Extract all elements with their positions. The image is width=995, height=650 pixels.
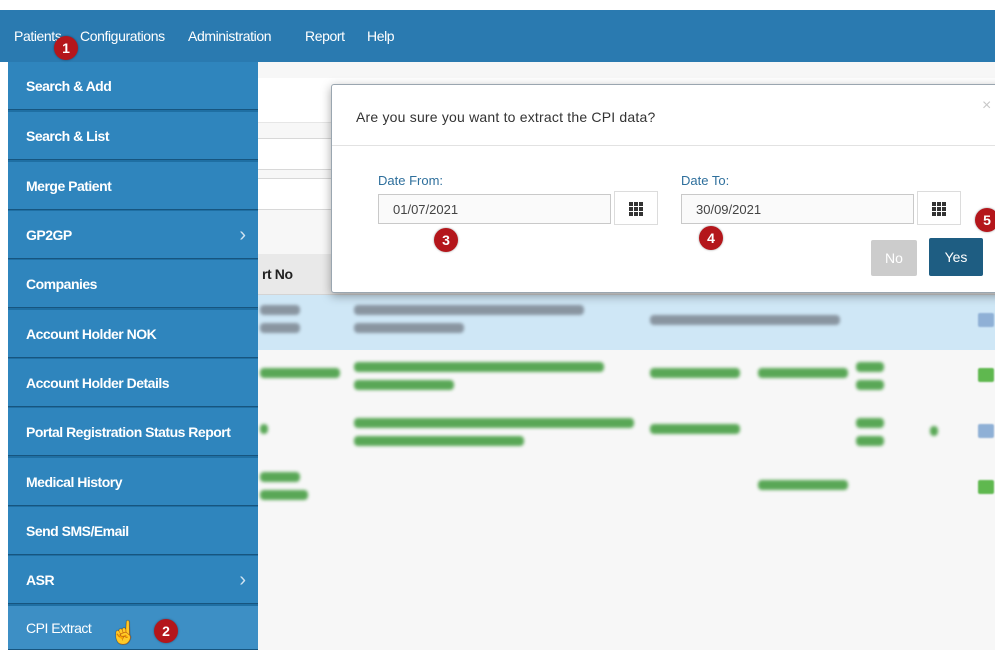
menu-item-search-add[interactable]: Search & Add [8, 62, 258, 110]
calendar-icon [629, 202, 643, 216]
chevron-right-icon: › [239, 569, 246, 591]
chevron-right-icon: › [239, 224, 246, 246]
menu-item-label: Account Holder Details [26, 375, 170, 391]
table-row[interactable] [258, 464, 995, 519]
menu-item-label: Companies [26, 276, 97, 292]
menu-item-label: Send SMS/Email [26, 523, 129, 539]
menu-item-account-holder-nok[interactable]: Account Holder NOK [8, 310, 258, 358]
nav-patients[interactable]: Patients [14, 10, 62, 62]
menu-item-gp2gp[interactable]: GP2GP › [8, 211, 258, 259]
menu-item-label: Medical History [26, 474, 122, 490]
date-to-field[interactable]: 30/09/2021 [681, 194, 914, 224]
table-row[interactable] [258, 352, 995, 407]
menu-item-label: Search & List [26, 128, 109, 144]
table-row[interactable] [258, 408, 995, 463]
dialog-title: Are you sure you want to extract the CPI… [356, 109, 656, 125]
hand-pointer-icon: ☝ [110, 620, 138, 645]
step-badge-1: 1 [54, 36, 78, 60]
close-icon[interactable]: × [982, 97, 991, 115]
nav-administration[interactable]: Administration [188, 10, 272, 62]
date-to-label: Date To: [681, 173, 730, 188]
menu-item-label: GP2GP [26, 227, 72, 243]
menu-item-portal-registration-status-report[interactable]: Portal Registration Status Report [8, 408, 258, 456]
menu-item-label: Merge Patient [26, 178, 112, 194]
menu-item-label: Account Holder NOK [26, 326, 157, 342]
no-button[interactable]: No [871, 240, 917, 276]
menu-item-companies[interactable]: Companies [8, 260, 258, 308]
menu-item-send-sms-email[interactable]: Send SMS/Email [8, 507, 258, 555]
date-to-calendar-button[interactable] [917, 191, 961, 225]
yes-button[interactable]: Yes [929, 238, 983, 276]
step-badge-3: 3 [434, 228, 458, 252]
nav-help[interactable]: Help [367, 10, 395, 62]
patients-dropdown-menu: Search & Add Search & List Merge Patient… [8, 62, 258, 650]
dialog-header: Are you sure you want to extract the CPI… [332, 85, 995, 146]
menu-item-medical-history[interactable]: Medical History [8, 458, 258, 506]
menu-item-label: CPI Extract [26, 620, 92, 636]
menu-item-label: Search & Add [26, 78, 112, 94]
date-from-label: Date From: [378, 173, 444, 188]
menu-item-label: ASR [26, 572, 55, 588]
menu-item-account-holder-details[interactable]: Account Holder Details [8, 359, 258, 407]
step-badge-4: 4 [699, 226, 723, 250]
menu-item-merge-patient[interactable]: Merge Patient [8, 162, 258, 210]
step-badge-5: 5 [975, 208, 995, 232]
menu-item-label: Portal Registration Status Report [26, 424, 231, 440]
top-navbar: Patients Configurations Administration R… [0, 10, 995, 62]
menu-item-asr[interactable]: ASR › [8, 556, 258, 604]
step-badge-2: 2 [154, 619, 178, 643]
nav-report[interactable]: Report [305, 10, 345, 62]
cpi-extract-dialog: Are you sure you want to extract the CPI… [331, 84, 995, 293]
table-header-label: rt No [262, 266, 293, 282]
nav-configurations[interactable]: Configurations [80, 10, 165, 62]
calendar-icon [932, 202, 946, 216]
date-from-calendar-button[interactable] [614, 191, 658, 225]
menu-item-search-list[interactable]: Search & List [8, 112, 258, 160]
date-from-field[interactable]: 01/07/2021 [378, 194, 611, 224]
table-row[interactable] [258, 295, 995, 350]
